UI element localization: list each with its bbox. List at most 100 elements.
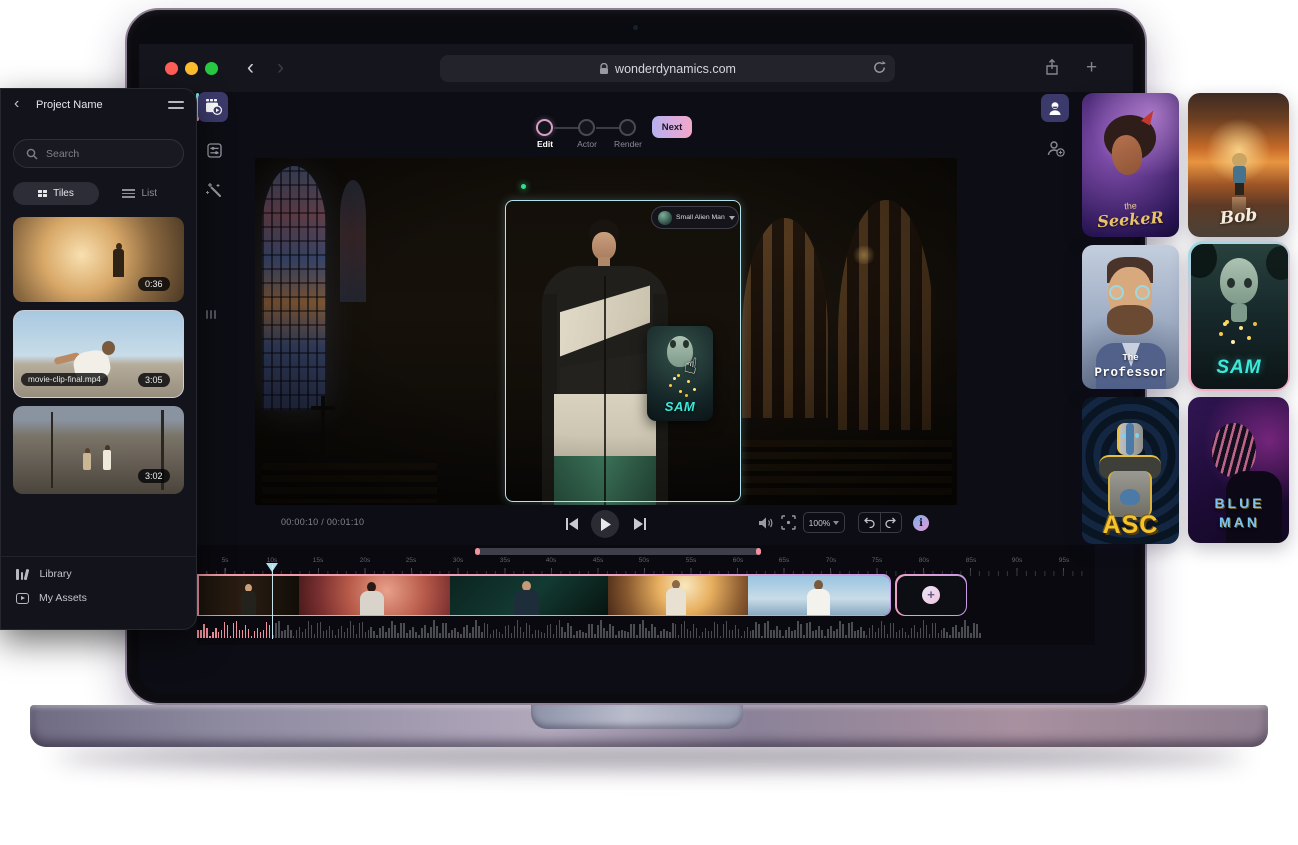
video-viewport[interactable]: Small Alien Man SAM ☝ [255,158,957,505]
figure-body [113,249,124,277]
step-actor[interactable] [578,119,595,136]
list-toggle[interactable]: List [99,182,185,205]
timeline-range-slider[interactable] [475,548,761,555]
tool-magic-wand-button[interactable] [202,178,226,202]
play-button[interactable] [591,510,619,538]
browser-back-button[interactable]: ‹ [247,58,254,78]
clip-tile-hitchhiker[interactable]: movie-clip-final.mp4 3:05 [13,310,184,398]
chevron-down-icon [833,521,839,525]
film-clip-icon [205,99,222,115]
window-minimize-button[interactable] [185,62,198,75]
character-selector-dropdown[interactable]: Small Alien Man [651,206,739,229]
ruler-label: 55s [686,557,696,564]
clip-duration-badge: 3:02 [138,469,170,483]
ruler-label: 20s [360,557,370,564]
asc-head-stripe [1126,423,1134,455]
ruler-label: 75s [872,557,882,564]
pole [51,412,53,488]
panel-title: Project Name [36,99,103,111]
clip-thumb-sky [748,576,890,615]
clip-tile-alley[interactable]: 3:02 [13,406,184,494]
video-track[interactable] [197,574,891,616]
clip-thumb-sun [608,576,748,615]
clip-thumb-red [299,576,450,615]
tiles-toggle[interactable]: Tiles [13,182,99,205]
ruler-label: 90s [1012,557,1022,564]
ruler-label: 65s [779,557,789,564]
range-handle-right[interactable] [756,548,761,555]
figure-head [102,341,115,355]
alien-head [1220,258,1258,304]
character-card-blue-man[interactable]: BLUE MAN [1188,397,1289,543]
professor-glasses [1109,285,1124,300]
panel-resize-grip[interactable] [206,310,216,319]
character-card-the-seeker[interactable]: the SeekeR [1082,93,1179,237]
window-zoom-button[interactable] [205,62,218,75]
tool-media-button[interactable] [198,92,228,122]
next-button[interactable]: Next [652,116,692,138]
zoom-level-select[interactable]: 100% [803,512,845,533]
search-placeholder: Search [46,148,79,160]
browser-forward-button[interactable]: › [277,58,284,78]
ruler-label: 80s [919,557,929,564]
add-clip-card[interactable]: + [895,574,967,616]
step-edit[interactable] [536,119,553,136]
clip-duration-badge: 3:05 [138,373,170,387]
character-card-sam-selected[interactable]: SAM [1188,241,1290,391]
plus-icon: + [922,586,940,604]
chevron-down-icon [729,216,735,220]
step-actor-label: Actor [577,139,597,149]
url-text: wonderdynamics.com [615,62,736,76]
clip-tile-desert[interactable]: 0:36 [13,217,184,302]
laptop-base-notch [531,705,743,729]
library-label: Library [40,568,72,580]
zoom-level-value: 100% [809,518,831,528]
previous-frame-button[interactable] [566,517,579,531]
new-tab-icon[interactable]: + [1086,57,1097,79]
person-add-icon [1047,141,1065,157]
list-label: List [141,188,157,199]
volume-button[interactable] [759,516,774,530]
info-button[interactable]: i [913,515,929,531]
library-icon [16,568,30,580]
address-bar[interactable]: wonderdynamics.com [440,55,895,82]
step-render[interactable] [619,119,636,136]
fit-view-button[interactable] [781,515,796,530]
undo-button[interactable] [859,513,881,532]
ruler-label: 50s [639,557,649,564]
tool-adjustments-button[interactable] [202,138,226,162]
audio-waveform[interactable] [272,616,985,638]
step-edit-label: Edit [537,139,553,149]
webcam-dot [633,25,638,30]
tool-add-actor-button[interactable] [1046,140,1066,158]
refresh-icon[interactable] [872,60,887,80]
time-display: 00:00:10 / 00:01:10 [281,517,364,527]
ruler-label: 25s [406,557,416,564]
character-card-bob[interactable]: Bob [1188,93,1289,237]
audio-waveform-played[interactable] [197,616,272,638]
card-title-prefix: BLUE [1190,495,1289,511]
tool-actor-button[interactable] [1041,94,1069,122]
list-icon [125,187,135,200]
panel-menu-icon[interactable] [168,101,184,113]
redo-button[interactable] [881,513,902,532]
library-item[interactable]: Library [16,568,72,580]
character-card-the-professor[interactable]: The Professor [1082,245,1179,389]
figure-body [83,453,91,470]
share-icon[interactable] [1044,58,1060,81]
tiles-label: Tiles [53,188,74,199]
range-handle-left[interactable] [475,548,480,555]
next-frame-button[interactable] [633,517,646,531]
character-card-asc[interactable]: ASC [1082,397,1179,544]
panel-back-button[interactable]: ‹ [14,95,19,113]
asc-eye [1121,433,1125,438]
my-assets-item[interactable]: My Assets [16,592,87,604]
search-input[interactable]: Search [13,139,184,168]
sam-drag-card[interactable]: SAM [647,326,713,421]
bob-head [1232,153,1247,167]
clip-thumb-church [199,576,299,615]
my-assets-label: My Assets [39,592,87,604]
window-close-button[interactable] [165,62,178,75]
playhead-line[interactable] [272,565,274,639]
bob-body [1233,166,1246,183]
